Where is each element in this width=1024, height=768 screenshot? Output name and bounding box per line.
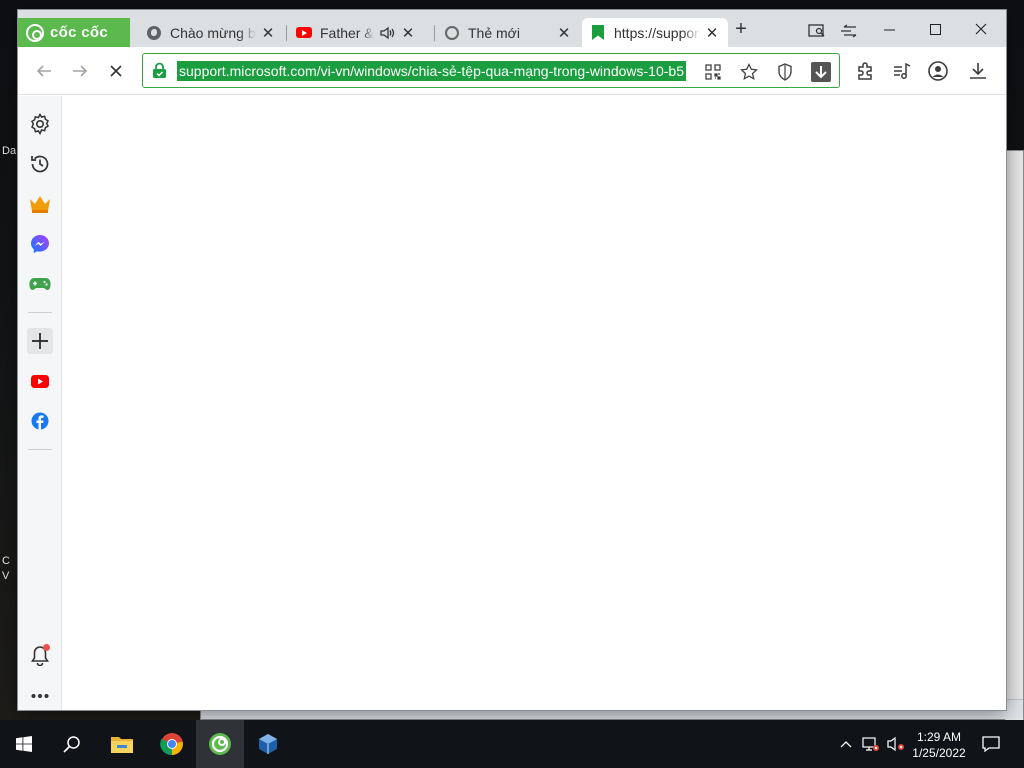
downloads-icon[interactable] <box>966 59 990 83</box>
close-window-icon[interactable] <box>958 14 1004 44</box>
tab-search-icon[interactable] <box>806 22 828 40</box>
notification-center-icon[interactable] <box>968 720 1014 768</box>
more-options-icon[interactable] <box>27 683 53 709</box>
flag-icon <box>590 25 606 41</box>
page-content-area[interactable] <box>63 96 1006 710</box>
youtube-icon <box>296 25 312 41</box>
network-icon[interactable] <box>858 720 884 768</box>
new-tab-button[interactable]: + <box>730 18 752 40</box>
tab-strip: cốc cốc Chào mừng bạn ✕ Father & Son ✕ T… <box>18 10 1006 47</box>
tab-close-icon[interactable]: ✕ <box>556 25 572 42</box>
coccoc-taskbar-icon[interactable] <box>196 720 244 768</box>
youtube-icon[interactable] <box>27 368 53 394</box>
tab-separator <box>434 25 435 41</box>
show-hidden-icons-chevron-icon[interactable] <box>834 720 858 768</box>
file-explorer-icon[interactable] <box>98 720 146 768</box>
tab-new-tab[interactable]: Thẻ mới ✕ <box>436 18 580 47</box>
desktop-icon-label: C <box>2 555 10 567</box>
tab-title: Father & Son <box>320 24 374 41</box>
notification-bell-icon[interactable] <box>27 642 53 668</box>
url-text[interactable]: support.microsoft.com/vi-vn/windows/chia… <box>177 61 686 81</box>
coccoc-icon <box>444 25 460 41</box>
virtualbox-icon[interactable] <box>244 720 292 768</box>
brand-name: cốc cốc <box>50 24 108 41</box>
add-sidebar-app-icon[interactable] <box>27 328 53 354</box>
music-playlist-icon[interactable] <box>890 59 914 83</box>
search-icon[interactable] <box>48 720 96 768</box>
back-icon[interactable] <box>30 59 58 83</box>
desktop-icon-label: Da <box>2 145 17 157</box>
clock-date: 1/25/2022 <box>912 746 966 760</box>
tab-welcome[interactable]: Chào mừng bạn ✕ <box>138 18 284 47</box>
facebook-icon[interactable] <box>27 408 53 434</box>
bookmark-star-icon[interactable] <box>739 62 759 82</box>
sidebar-separator <box>28 312 52 313</box>
tab-title: https://support.microsoft.com <box>614 24 700 41</box>
clock-time: 1:29 AM <box>916 730 962 744</box>
tab-separator <box>286 25 287 41</box>
start-windows-icon[interactable] <box>0 720 48 768</box>
tab-close-icon[interactable]: ✕ <box>400 25 416 42</box>
sidebar <box>18 96 62 710</box>
address-bar[interactable]: support.microsoft.com/vi-vn/windows/chia… <box>142 53 840 88</box>
adblock-shield-icon[interactable] <box>775 62 795 82</box>
stop-loading-icon[interactable] <box>102 59 130 83</box>
gamepad-icon[interactable] <box>27 271 53 297</box>
settings-gear-icon[interactable] <box>27 111 53 137</box>
tab-microsoft-support[interactable]: https://support.microsoft.com ✕ <box>582 18 728 47</box>
maximize-icon[interactable] <box>912 14 958 44</box>
tab-title: Thẻ mới <box>468 24 520 41</box>
messenger-icon[interactable] <box>27 231 53 257</box>
desktop-icon-label: V <box>2 570 10 582</box>
tab-father-son[interactable]: Father & Son ✕ <box>288 18 432 47</box>
tab-title: Chào mừng bạn <box>170 24 256 41</box>
minimize-icon[interactable] <box>866 14 912 44</box>
background-window-scrollbar[interactable] <box>1005 151 1023 720</box>
tab-close-icon[interactable]: ✕ <box>704 25 720 42</box>
chrome-icon[interactable] <box>148 720 196 768</box>
savior-download-icon[interactable] <box>811 62 831 82</box>
history-icon[interactable] <box>27 151 53 177</box>
forward-icon[interactable] <box>66 59 94 83</box>
profile-avatar-icon[interactable] <box>926 59 950 83</box>
speaker-audio-icon[interactable] <box>380 25 396 41</box>
crown-icon[interactable] <box>27 191 53 217</box>
windows-taskbar: 1:29 AM 1/25/2022 <box>0 720 1024 768</box>
globe-icon <box>146 25 162 41</box>
browser-toolbar: support.microsoft.com/vi-vn/windows/chia… <box>18 47 1006 95</box>
secure-lock-icon[interactable] <box>151 62 168 79</box>
tab-close-icon[interactable]: ✕ <box>260 25 276 42</box>
volume-muted-icon[interactable] <box>884 720 908 768</box>
coccoc-logo-icon <box>26 23 44 42</box>
qr-code-icon[interactable] <box>703 62 723 82</box>
extensions-puzzle-icon[interactable] <box>854 59 878 83</box>
sync-tabs-icon[interactable] <box>838 22 860 40</box>
coccoc-logo-button[interactable]: cốc cốc <box>18 18 130 47</box>
system-clock[interactable]: 1:29 AM 1/25/2022 <box>906 729 972 761</box>
browser-window: cốc cốc Chào mừng bạn ✕ Father & Son ✕ T… <box>18 10 1006 710</box>
sidebar-separator <box>28 449 52 450</box>
